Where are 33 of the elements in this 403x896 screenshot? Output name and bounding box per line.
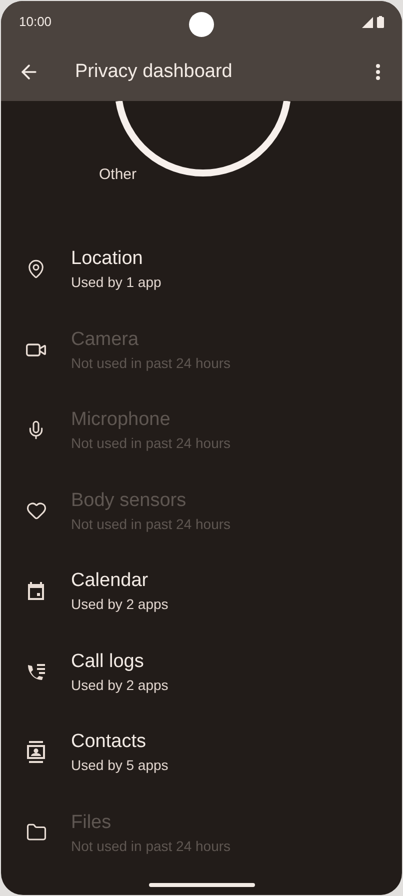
- folder-icon: [26, 822, 46, 844]
- permission-title: Calendar: [71, 569, 150, 594]
- permission-item[interactable]: Location Used by 1 app: [1, 229, 402, 310]
- permission-subtitle: Not used in past 24 hours: [71, 434, 231, 454]
- permission-subtitle: Used by 1 app: [71, 273, 162, 292]
- heart-icon: [26, 500, 46, 522]
- location-pin-icon: [26, 259, 46, 280]
- permission-subtitle: Not used in past 24 hours: [71, 354, 231, 373]
- calendar-icon: [27, 581, 45, 602]
- permission-title: Call logs: [71, 650, 145, 674]
- permission-title: Files: [71, 810, 112, 835]
- permission-item[interactable]: Calendar Used by 2 apps: [1, 551, 402, 632]
- contacts-icon: [26, 741, 46, 764]
- signal-icon: [362, 16, 373, 28]
- permission-item[interactable]: Call logs Used by 2 apps: [1, 632, 402, 712]
- more-vertical-icon: [376, 64, 380, 80]
- permission-title: Camera: [71, 328, 140, 352]
- permission-title: Body sensors: [71, 488, 188, 513]
- status-time: 10:00: [19, 13, 52, 32]
- permission-item[interactable]: Contacts Used by 5 apps: [1, 712, 402, 792]
- permission-subtitle: Used by 2 apps: [71, 676, 168, 695]
- permission-title: Contacts: [71, 730, 147, 754]
- battery-icon: [377, 16, 384, 28]
- permission-subtitle: Used by 5 apps: [71, 756, 168, 776]
- screen-title: Privacy dashboard: [75, 60, 232, 84]
- permission-subtitle: Not used in past 24 hours: [71, 514, 231, 534]
- permission-subtitle: Used by 2 apps: [71, 595, 168, 614]
- permission-title: Location: [71, 247, 144, 272]
- call-log-icon: [26, 662, 46, 682]
- chart-label: Other: [99, 165, 137, 185]
- permission-title: Microphone: [71, 408, 172, 432]
- camera-cutout-icon: [189, 12, 214, 37]
- permission-subtitle: Not used in past 24 hours: [71, 836, 231, 856]
